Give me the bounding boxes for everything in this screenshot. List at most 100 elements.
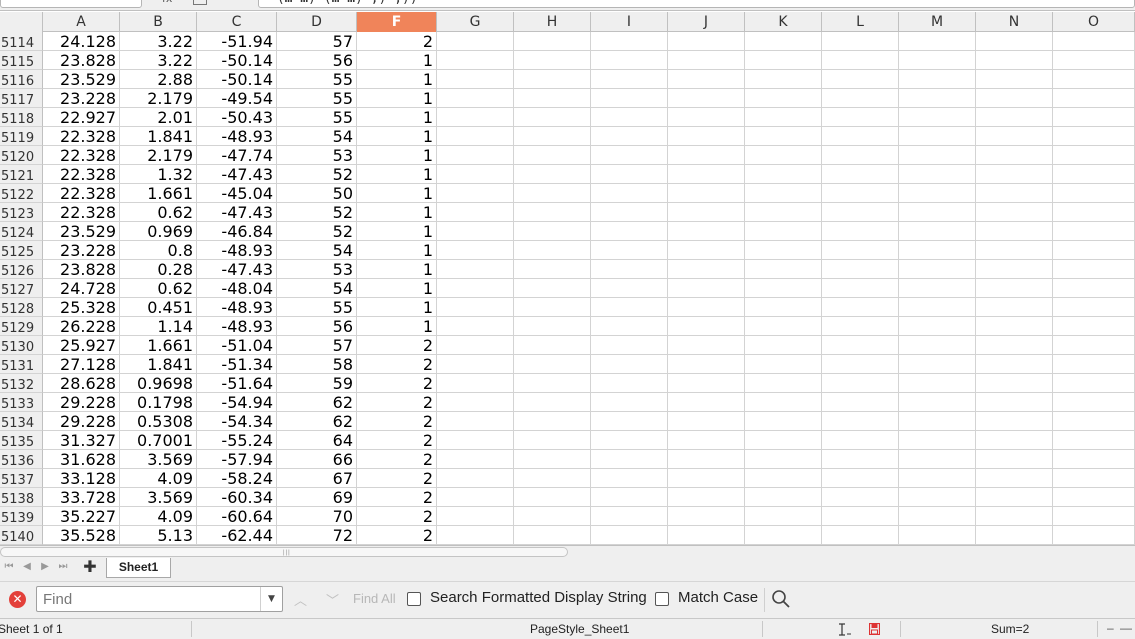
column-header-g[interactable]: G — [437, 12, 514, 32]
grid-cell[interactable] — [745, 279, 822, 298]
grid-cell[interactable] — [899, 355, 976, 374]
grid-cell[interactable] — [822, 108, 899, 127]
row-header[interactable]: 5136 — [0, 450, 43, 469]
grid-cell[interactable] — [1053, 412, 1135, 431]
grid-cell[interactable] — [514, 32, 591, 51]
grid-cell[interactable]: 50 — [277, 184, 357, 203]
grid-cell[interactable] — [745, 450, 822, 469]
grid-cell[interactable]: 22.927 — [43, 108, 120, 127]
grid-cell[interactable] — [591, 336, 668, 355]
grid-cell[interactable] — [745, 203, 822, 222]
grid-cell[interactable] — [822, 260, 899, 279]
row-header[interactable]: 5118 — [0, 108, 43, 127]
first-sheet-icon[interactable]: ⏮ — [2, 560, 16, 574]
grid-cell[interactable] — [591, 127, 668, 146]
grid-cell[interactable] — [591, 89, 668, 108]
row-header[interactable]: 5135 — [0, 431, 43, 450]
grid-cell[interactable] — [437, 374, 514, 393]
grid-cell[interactable] — [745, 260, 822, 279]
grid-cell[interactable] — [899, 279, 976, 298]
grid-cell[interactable]: 2.179 — [120, 89, 197, 108]
grid-cell[interactable]: 56 — [277, 317, 357, 336]
grid-cell[interactable]: 58 — [277, 355, 357, 374]
grid-cell[interactable]: -50.14 — [197, 51, 277, 70]
grid-cell[interactable]: 27.128 — [43, 355, 120, 374]
grid-cell[interactable]: 2 — [357, 412, 437, 431]
grid-cell[interactable]: -62.44 — [197, 526, 277, 545]
grid-cell[interactable] — [976, 32, 1053, 51]
grid-cell[interactable] — [514, 298, 591, 317]
row-header[interactable]: 5114 — [0, 32, 43, 51]
grid-cell[interactable] — [437, 222, 514, 241]
grid-cell[interactable]: 66 — [277, 450, 357, 469]
grid-cell[interactable] — [514, 70, 591, 89]
grid-cell[interactable] — [899, 146, 976, 165]
find-history-dropdown-icon[interactable]: ▼ — [260, 587, 282, 611]
grid-cell[interactable]: -51.04 — [197, 336, 277, 355]
grid-cell[interactable] — [745, 507, 822, 526]
grid-cell[interactable] — [822, 393, 899, 412]
grid-cell[interactable]: 1 — [357, 165, 437, 184]
grid-cell[interactable] — [591, 32, 668, 51]
grid-cell[interactable] — [822, 203, 899, 222]
grid-cell[interactable] — [591, 51, 668, 70]
grid-cell[interactable] — [591, 374, 668, 393]
column-header-k[interactable]: K — [745, 12, 822, 32]
grid-cell[interactable] — [514, 317, 591, 336]
grid-cell[interactable] — [514, 450, 591, 469]
grid-cell[interactable]: -60.64 — [197, 507, 277, 526]
grid-cell[interactable]: -48.93 — [197, 241, 277, 260]
document-modified-icon[interactable] — [869, 623, 880, 635]
grid-cell[interactable] — [668, 526, 745, 545]
grid-cell[interactable] — [437, 507, 514, 526]
grid-cell[interactable] — [1053, 374, 1135, 393]
grid-cell[interactable]: -57.94 — [197, 450, 277, 469]
grid-cell[interactable] — [668, 336, 745, 355]
search-formatted-checkbox[interactable] — [407, 592, 421, 606]
grid-cell[interactable] — [899, 222, 976, 241]
grid-cell[interactable] — [745, 70, 822, 89]
grid-cell[interactable] — [976, 317, 1053, 336]
grid-cell[interactable] — [437, 355, 514, 374]
grid-cell[interactable] — [745, 336, 822, 355]
grid-cell[interactable]: 31.327 — [43, 431, 120, 450]
grid-cell[interactable] — [1053, 507, 1135, 526]
grid-cell[interactable] — [591, 260, 668, 279]
grid-cell[interactable]: 1.841 — [120, 355, 197, 374]
grid-cell[interactable] — [437, 165, 514, 184]
grid-cell[interactable] — [822, 184, 899, 203]
formula-input[interactable]: =(… …) (… …) ,) ,)) — [258, 0, 1135, 8]
grid-cell[interactable]: 33.728 — [43, 488, 120, 507]
grid-cell[interactable] — [591, 279, 668, 298]
grid-cell[interactable]: -51.64 — [197, 374, 277, 393]
grid-cell[interactable] — [668, 317, 745, 336]
grid-cell[interactable]: 1 — [357, 260, 437, 279]
grid-cell[interactable] — [899, 32, 976, 51]
grid-cell[interactable] — [668, 374, 745, 393]
grid-cell[interactable]: 0.7001 — [120, 431, 197, 450]
grid-cell[interactable]: 2 — [357, 374, 437, 393]
grid-cell[interactable] — [514, 355, 591, 374]
column-header-c[interactable]: C — [197, 12, 277, 32]
zoom-slider[interactable]: — — [1120, 621, 1132, 635]
grid-cell[interactable] — [668, 222, 745, 241]
zoom-out-icon[interactable]: – — [1107, 621, 1114, 635]
grid-cell[interactable]: 1 — [357, 146, 437, 165]
row-header[interactable]: 5131 — [0, 355, 43, 374]
grid-cell[interactable]: 1 — [357, 317, 437, 336]
grid-cell[interactable] — [976, 241, 1053, 260]
grid-cell[interactable] — [899, 70, 976, 89]
grid-cell[interactable]: 33.128 — [43, 469, 120, 488]
grid-cell[interactable] — [899, 108, 976, 127]
grid-cell[interactable] — [822, 241, 899, 260]
column-header-j[interactable]: J — [668, 12, 745, 32]
grid-cell[interactable] — [1053, 70, 1135, 89]
grid-cell[interactable] — [822, 127, 899, 146]
grid-cell[interactable] — [1053, 469, 1135, 488]
grid-cell[interactable] — [1053, 260, 1135, 279]
grid-cell[interactable] — [899, 412, 976, 431]
grid-cell[interactable] — [976, 70, 1053, 89]
grid-cell[interactable] — [745, 108, 822, 127]
grid-cell[interactable] — [976, 393, 1053, 412]
grid-cell[interactable]: 64 — [277, 431, 357, 450]
